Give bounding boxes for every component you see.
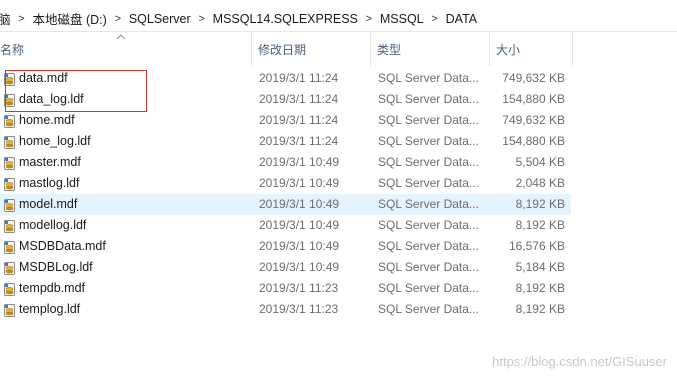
file-name: MSDBData.mdf (19, 239, 106, 253)
sql-database-file-icon (4, 114, 15, 128)
sql-database-file-icon (4, 93, 15, 107)
file-row[interactable]: MSDBData.mdf 2019/3/1 10:49 SQL Server Dat… (0, 236, 677, 257)
file-row[interactable]: data.mdf 2019/3/1 11:24 SQL Server Data...… (0, 68, 677, 89)
file-type: SQL Server Data... (378, 239, 479, 253)
breadcrumb-item-instance[interactable]: MSSQL14.SQLEXPRESS (211, 12, 360, 26)
file-type: SQL Server Data... (378, 302, 479, 316)
file-date: 2019/3/1 10:49 (259, 197, 340, 211)
file-row[interactable]: mastlog.ldf 2019/3/1 10:49 SQL Server Data… (0, 173, 677, 194)
file-date: 2019/3/1 11:24 (259, 92, 339, 106)
file-type: SQL Server Data... (378, 155, 479, 169)
file-type: SQL Server Data... (378, 92, 479, 106)
file-row[interactable]: model.mdf 2019/3/1 10:49 SQL Server Data..… (0, 194, 571, 215)
file-row[interactable]: MSDBLog.ldf 2019/3/1 10:49 SQL Server Data… (0, 257, 677, 278)
file-name: master.mdf (19, 155, 81, 169)
file-size: 749,632 KB (502, 71, 565, 85)
file-row[interactable]: master.mdf 2019/3/1 10:49 SQL Server Data.… (0, 152, 677, 173)
file-row[interactable]: home_log.ldf 2019/3/1 11:24 SQL Server Dat… (0, 131, 677, 152)
file-date: 2019/3/1 10:49 (259, 176, 340, 190)
column-header-date[interactable]: 修改日期 (252, 32, 371, 66)
sql-database-file-icon (4, 198, 15, 212)
file-type: SQL Server Data... (378, 134, 479, 148)
file-row[interactable]: home.mdf 2019/3/1 11:24 SQL Server Data...… (0, 110, 677, 131)
sql-database-file-icon (4, 135, 15, 149)
column-header: 名称 修改日期 类型 大小 (0, 32, 677, 66)
file-size: 2,048 KB (515, 176, 565, 190)
file-date: 2019/3/1 11:24 (259, 134, 339, 148)
file-date: 2019/3/1 10:49 (259, 260, 340, 274)
file-date: 2019/3/1 10:49 (259, 218, 340, 232)
file-date: 2019/3/1 11:24 (259, 71, 339, 85)
file-date: 2019/3/1 11:24 (259, 113, 339, 127)
breadcrumb-item-data[interactable]: DATA (444, 12, 479, 26)
file-size: 5,504 KB (515, 155, 565, 169)
file-row[interactable]: data_log.ldf 2019/3/1 11:24 SQL Server Dat… (0, 89, 677, 110)
file-list: data.mdf 2019/3/1 11:24 SQL Server Data...… (0, 68, 677, 320)
file-type: SQL Server Data... (378, 71, 479, 85)
breadcrumb-separator-icon[interactable]: > (193, 13, 211, 25)
file-size: 154,880 KB (502, 134, 565, 148)
sql-database-file-icon (4, 261, 15, 275)
file-size: 8,192 KB (515, 197, 565, 211)
file-row[interactable]: templog.ldf 2019/3/1 11:23 SQL Server Data… (0, 299, 677, 320)
column-header-type[interactable]: 类型 (371, 32, 490, 66)
breadcrumb-separator-icon[interactable]: > (426, 13, 444, 25)
file-type: SQL Server Data... (378, 176, 479, 190)
sql-database-file-icon (4, 72, 15, 86)
sql-database-file-icon (4, 219, 15, 233)
watermark: https://blog.csdn.net/GISuuser (492, 354, 667, 369)
breadcrumb-separator-icon[interactable]: > (13, 13, 31, 25)
breadcrumb-item-drive[interactable]: 本地磁盘 (D:) (31, 9, 109, 28)
file-size: 5,184 KB (515, 260, 565, 274)
file-size: 16,576 KB (508, 239, 565, 253)
file-date: 2019/3/1 10:49 (259, 239, 340, 253)
file-row[interactable]: tempdb.mdf 2019/3/1 11:23 SQL Server Data.… (0, 278, 677, 299)
file-name: mastlog.ldf (19, 176, 80, 190)
breadcrumb: 脑 > 本地磁盘 (D:) > SQLServer > MSSQL14.SQLE… (0, 9, 479, 28)
sql-database-file-icon (4, 156, 15, 170)
breadcrumb-separator-icon[interactable]: > (360, 13, 378, 25)
file-name: MSDBLog.ldf (19, 260, 93, 274)
file-name: modellog.ldf (19, 218, 87, 232)
file-name: home.mdf (19, 113, 75, 127)
file-name: data_log.ldf (19, 92, 84, 106)
address-bar[interactable]: 脑 > 本地磁盘 (D:) > SQLServer > MSSQL14.SQLE… (0, 0, 677, 32)
sql-database-file-icon (4, 303, 15, 317)
breadcrumb-separator-icon[interactable]: > (109, 13, 127, 25)
file-date: 2019/3/1 11:23 (259, 281, 339, 295)
file-name: model.mdf (19, 197, 78, 211)
file-size: 154,880 KB (502, 92, 565, 106)
file-name: tempdb.mdf (19, 281, 86, 295)
file-name: home_log.ldf (19, 134, 91, 148)
file-size: 749,632 KB (502, 113, 565, 127)
sql-database-file-icon (4, 240, 15, 254)
file-type: SQL Server Data... (378, 260, 479, 274)
column-header-size[interactable]: 大小 (490, 32, 573, 66)
explorer-window: 脑 > 本地磁盘 (D:) > SQLServer > MSSQL14.SQLE… (0, 0, 677, 377)
breadcrumb-item-computer[interactable]: 脑 (0, 9, 13, 28)
breadcrumb-item-sqlserver[interactable]: SQLServer (127, 12, 193, 26)
file-date: 2019/3/1 10:49 (259, 155, 340, 169)
file-type: SQL Server Data... (378, 218, 479, 232)
file-type: SQL Server Data... (378, 113, 479, 127)
file-size: 8,192 KB (515, 302, 565, 316)
column-header-name[interactable]: 名称 (0, 32, 252, 66)
file-type: SQL Server Data... (378, 281, 479, 295)
sql-database-file-icon (4, 282, 15, 296)
sql-database-file-icon (4, 177, 15, 191)
file-row[interactable]: modellog.ldf 2019/3/1 10:49 SQL Server Dat… (0, 215, 677, 236)
file-type: SQL Server Data... (378, 197, 479, 211)
breadcrumb-item-mssql[interactable]: MSSQL (378, 12, 426, 26)
file-name: templog.ldf (19, 302, 81, 316)
file-size: 8,192 KB (515, 218, 565, 232)
file-size: 8,192 KB (515, 281, 565, 295)
file-name: data.mdf (19, 71, 68, 85)
file-date: 2019/3/1 11:23 (259, 302, 339, 316)
